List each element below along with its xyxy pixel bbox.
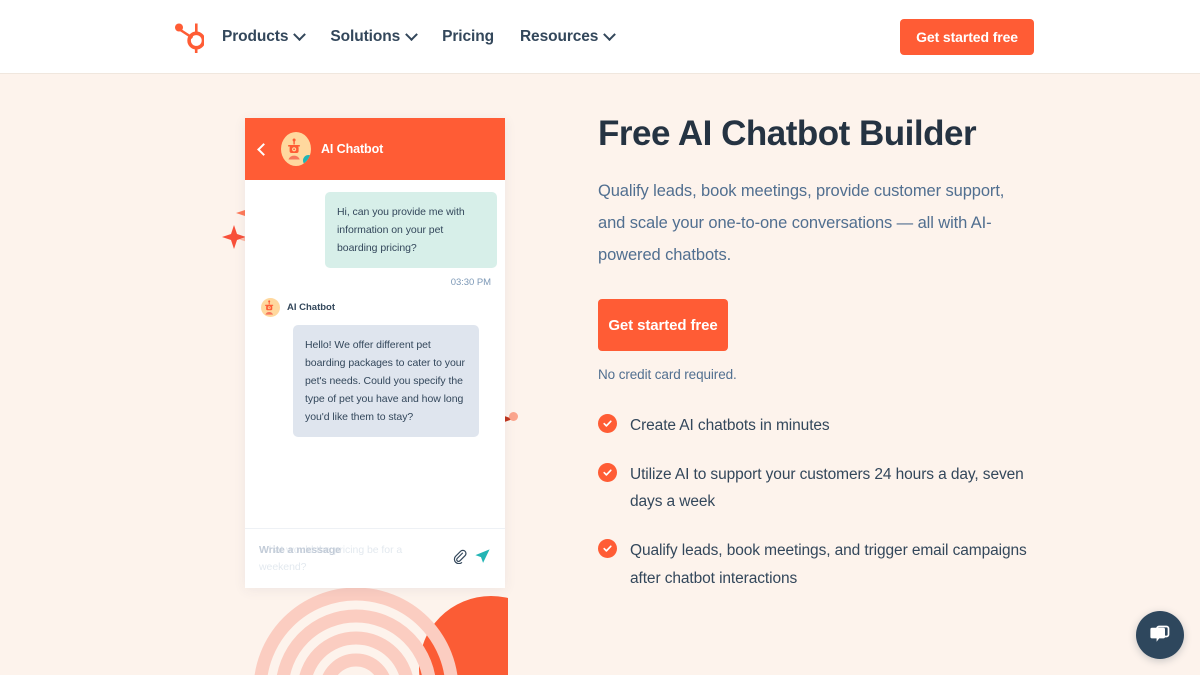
nav-links: Products Solutions Pricing Resources	[222, 0, 617, 74]
robot-avatar-icon	[288, 138, 300, 160]
nav-item-solutions-label: Solutions	[330, 28, 401, 45]
chat-composer: What would the pricing be for a weekend?…	[245, 528, 505, 588]
feature-text: Create AI chatbots in minutes	[630, 417, 830, 435]
chevron-down-icon	[293, 27, 307, 41]
chat-message-timestamp: 03:30 PM	[450, 277, 491, 289]
chevron-down-icon	[603, 27, 617, 41]
nav-get-started-free-button[interactable]: Get started free	[900, 19, 1034, 55]
hero-subheading: Qualify leads, book meetings, provide cu…	[598, 182, 1005, 264]
chat-input-placeholder: Write a message	[259, 543, 341, 556]
chatbot-preview-widget: AI Chatbot Hi, can you provide me with i…	[245, 118, 505, 588]
nav-item-products-label: Products	[222, 28, 289, 45]
check-circle-icon	[598, 414, 617, 434]
hubspot-sprocket-icon	[175, 23, 204, 53]
chat-message-bot: Hello! We offer different pet boarding p…	[293, 325, 479, 438]
page-title: Free AI Chatbot Builder	[598, 114, 977, 153]
online-status-dot	[303, 155, 311, 166]
send-arrow-icon[interactable]	[474, 548, 491, 570]
chat-launcher-button[interactable]	[1136, 611, 1184, 659]
hero-section: AI Chatbot Hi, can you provide me with i…	[0, 74, 1200, 675]
chevron-left-icon[interactable]	[257, 142, 270, 156]
nav-item-pricing[interactable]: Pricing	[442, 28, 494, 46]
paperclip-icon[interactable]	[452, 549, 467, 569]
accent-dot	[509, 412, 518, 421]
chat-widget-title: AI Chatbot	[321, 142, 384, 156]
hero-content: Free AI Chatbot Builder Qualify leads, b…	[598, 114, 1038, 613]
chat-bot-sender-name: AI Chatbot	[287, 302, 336, 314]
chat-bubbles-icon	[1150, 625, 1170, 642]
nav-item-products[interactable]: Products	[222, 27, 307, 46]
chat-avatar	[281, 132, 311, 166]
robot-avatar-icon	[265, 300, 274, 315]
chevron-down-icon	[405, 27, 418, 41]
feature-text: Qualify leads, book meetings, and trigge…	[630, 542, 1027, 587]
nav-item-resources-label: Resources	[519, 28, 599, 45]
chat-input-area[interactable]: What would the pricing be for a weekend?…	[259, 542, 445, 576]
no-credit-card-note: No credit card required.	[598, 367, 737, 383]
hubspot-logo[interactable]	[168, 17, 210, 59]
feature-text: Utilize AI to support your customers 24 …	[630, 465, 1024, 511]
nav-item-resources[interactable]: Resources	[519, 27, 617, 46]
check-circle-icon	[598, 462, 617, 482]
nav-item-solutions[interactable]: Solutions	[330, 27, 418, 46]
chat-bot-sender-row: AI Chatbot	[261, 298, 491, 318]
nav-item-pricing-label: Pricing	[442, 28, 494, 45]
chat-message-user: Hi, can you provide me with information …	[325, 192, 497, 269]
hero-get-started-free-button[interactable]: Get started free	[598, 299, 728, 352]
feature-list: Create AI chatbots in minutes Utilize AI…	[598, 412, 1038, 592]
chat-widget-header: AI Chatbot	[245, 118, 505, 180]
chat-bot-avatar	[261, 298, 280, 318]
top-navigation-bar: Products Solutions Pricing Resources Get…	[0, 0, 1200, 74]
list-item: Create AI chatbots in minutes	[598, 412, 1038, 440]
list-item: Qualify leads, book meetings, and trigge…	[598, 537, 1038, 592]
check-circle-icon	[598, 539, 617, 558]
list-item: Utilize AI to support your customers 24 …	[598, 461, 1038, 516]
chat-message-list: Hi, can you provide me with information …	[245, 180, 505, 528]
